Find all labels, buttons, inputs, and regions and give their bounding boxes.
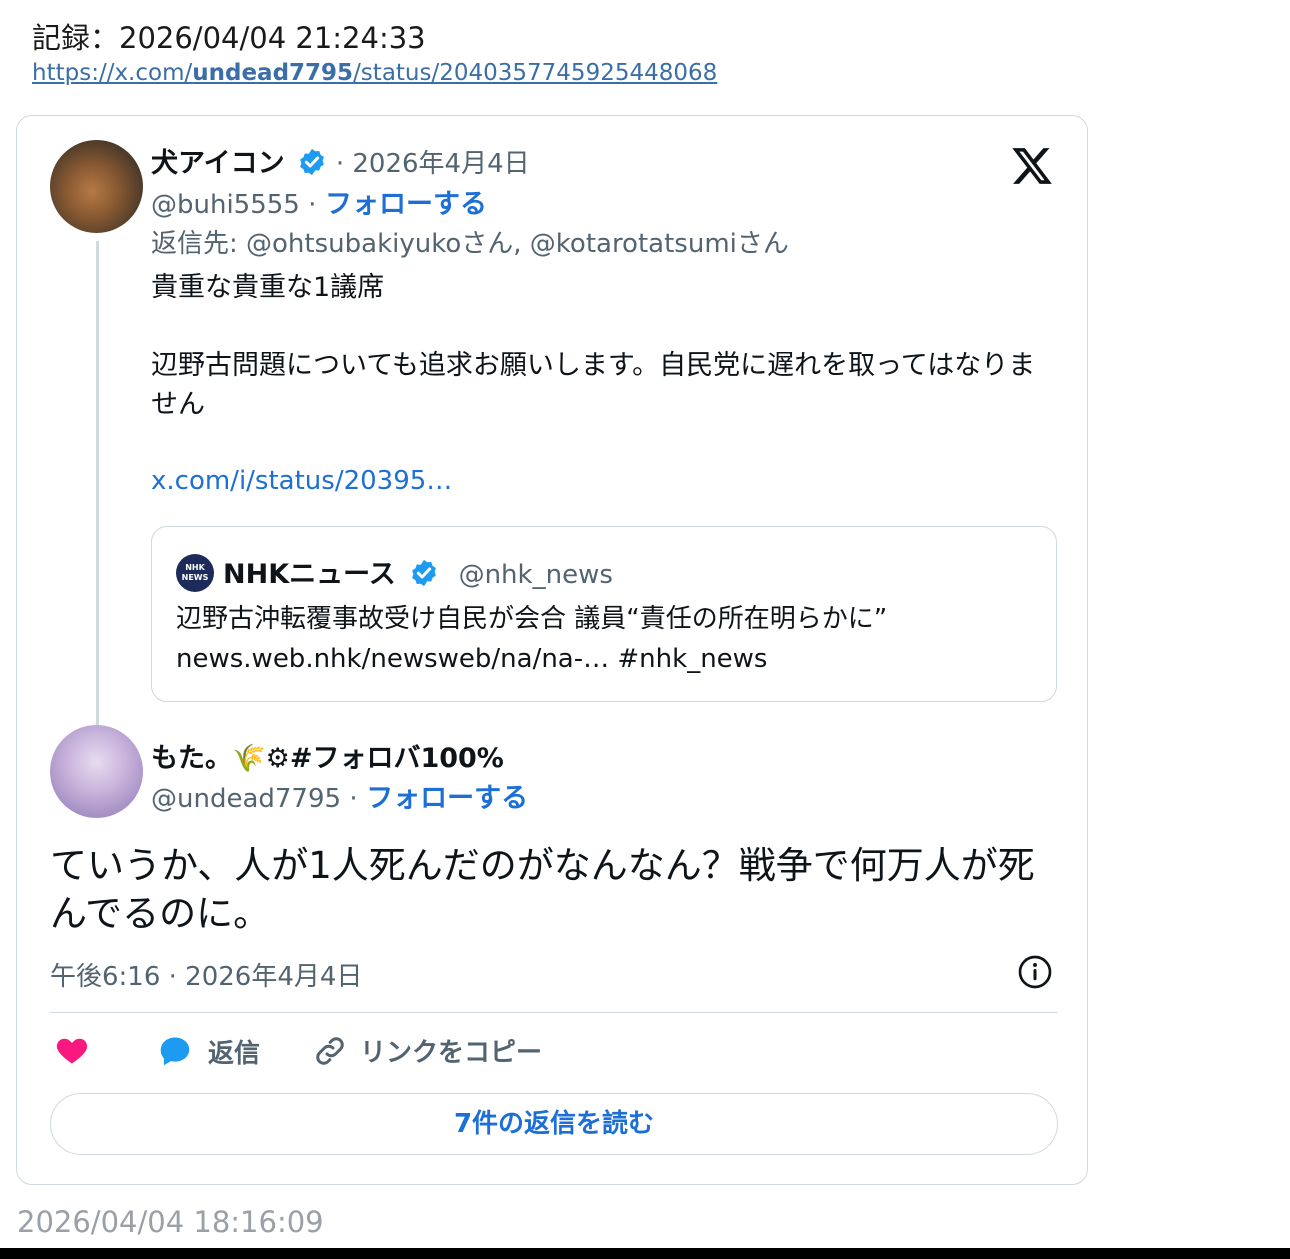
verified-badge-icon: [412, 559, 437, 587]
heart-icon: [56, 1038, 88, 1064]
post1-reply-to[interactable]: 返信先: @ohtsubakiyukoさん, @kotarotatsumiさん: [151, 223, 789, 260]
record-title: 記録：2026/04/04 21:24:33: [32, 21, 426, 55]
post1-text-line1: 貴重な貴重な1議席: [151, 272, 385, 303]
footer-timestamp: 2026/04/04 18:16:09: [17, 1205, 324, 1239]
post1-handle-line: @buhi5555 · フォローする: [151, 182, 487, 221]
nhk-avatar: NHK NEWS: [176, 554, 214, 592]
post1-name-line: 犬アイコン · 2026年4月4日: [151, 141, 530, 180]
record-url-link[interactable]: https://x.com/undead7795/status/20403577…: [32, 60, 717, 86]
reply-button[interactable]: 返信: [156, 1032, 260, 1070]
link-icon: [316, 1036, 344, 1065]
post2-name-line: もた。🌾⚙#フォロバ100%: [151, 736, 504, 775]
quote-author-name: NHKニュース: [223, 559, 396, 590]
verified-badge-icon: [300, 148, 325, 176]
url-suffix: /status/2040357745925448068: [353, 60, 718, 86]
post1-date[interactable]: · 2026年4月4日: [336, 149, 530, 179]
post1-link[interactable]: x.com/i/status/20395…: [151, 466, 452, 496]
quote-text: 辺野古沖転覆事故受け自民が会合 議員“責任の所在明らかに” news.web.n…: [176, 599, 1036, 679]
x-logo-icon[interactable]: [1010, 144, 1054, 188]
quote-text-line2: news.web.nhk/newsweb/na/na-… #nhk_news: [176, 644, 768, 674]
post1-text: 貴重な貴重な1議席 辺野古問題についても追求お願いします。自民党に遅れを取っては…: [151, 268, 1041, 424]
post2-handle-line: @undead7795 · フォローする: [151, 776, 528, 815]
divider: [50, 1012, 1058, 1013]
reply-bubble-icon: [160, 1037, 190, 1066]
url-prefix: https://x.com/: [32, 60, 193, 86]
post1-author-name[interactable]: 犬アイコン: [151, 148, 285, 179]
quote-handle: @nhk_news: [458, 560, 613, 590]
like-button[interactable]: [54, 1032, 90, 1068]
copy-link-button[interactable]: リンクをコピー: [312, 1032, 542, 1069]
embedded-tweet-card: 犬アイコン · 2026年4月4日 @buhi5555 · フォローする 返信先…: [16, 115, 1088, 1185]
post2-author-name[interactable]: もた。🌾⚙#フォロバ100%: [151, 743, 504, 774]
post2-timestamp[interactable]: 午後6:16 · 2026年4月4日: [50, 956, 362, 993]
post2-follow-button[interactable]: フォローする: [366, 783, 528, 814]
quote-text-line1: 辺野古沖転覆事故受け自民が会合 議員“責任の所在明らかに”: [176, 604, 888, 634]
avatar-undead7795[interactable]: [50, 725, 143, 818]
post2-text: ていうか、人が1人死んだのがなんなん？戦争で何万人が死んでるのに。: [50, 844, 1035, 935]
read-replies-button[interactable]: 7件の返信を読む: [50, 1093, 1058, 1155]
quoted-tweet[interactable]: NHK NEWS NHKニュース @nhk_news 辺野古沖転覆事故受け自民が…: [151, 526, 1057, 702]
copy-link-label: リンクをコピー: [360, 1038, 543, 1068]
url-user: undead7795: [192, 60, 354, 86]
reply-label: 返信: [208, 1038, 261, 1069]
quote-name-line: NHKニュース @nhk_news: [223, 552, 613, 591]
post2-handle[interactable]: @undead7795 ·: [151, 784, 358, 814]
post1-text-line2: 辺野古問題についても追求お願いします。自民党に遅れを取ってはなりません: [151, 350, 1036, 420]
post1-handle[interactable]: @buhi5555 ·: [151, 190, 316, 220]
action-bar: 返信 リンクをコピー: [50, 1032, 1050, 1072]
post1-follow-button[interactable]: フォローする: [325, 189, 487, 220]
bottom-bar: [0, 1248, 1290, 1259]
info-icon[interactable]: [1017, 954, 1053, 990]
avatar-buhi5555[interactable]: [50, 140, 143, 233]
